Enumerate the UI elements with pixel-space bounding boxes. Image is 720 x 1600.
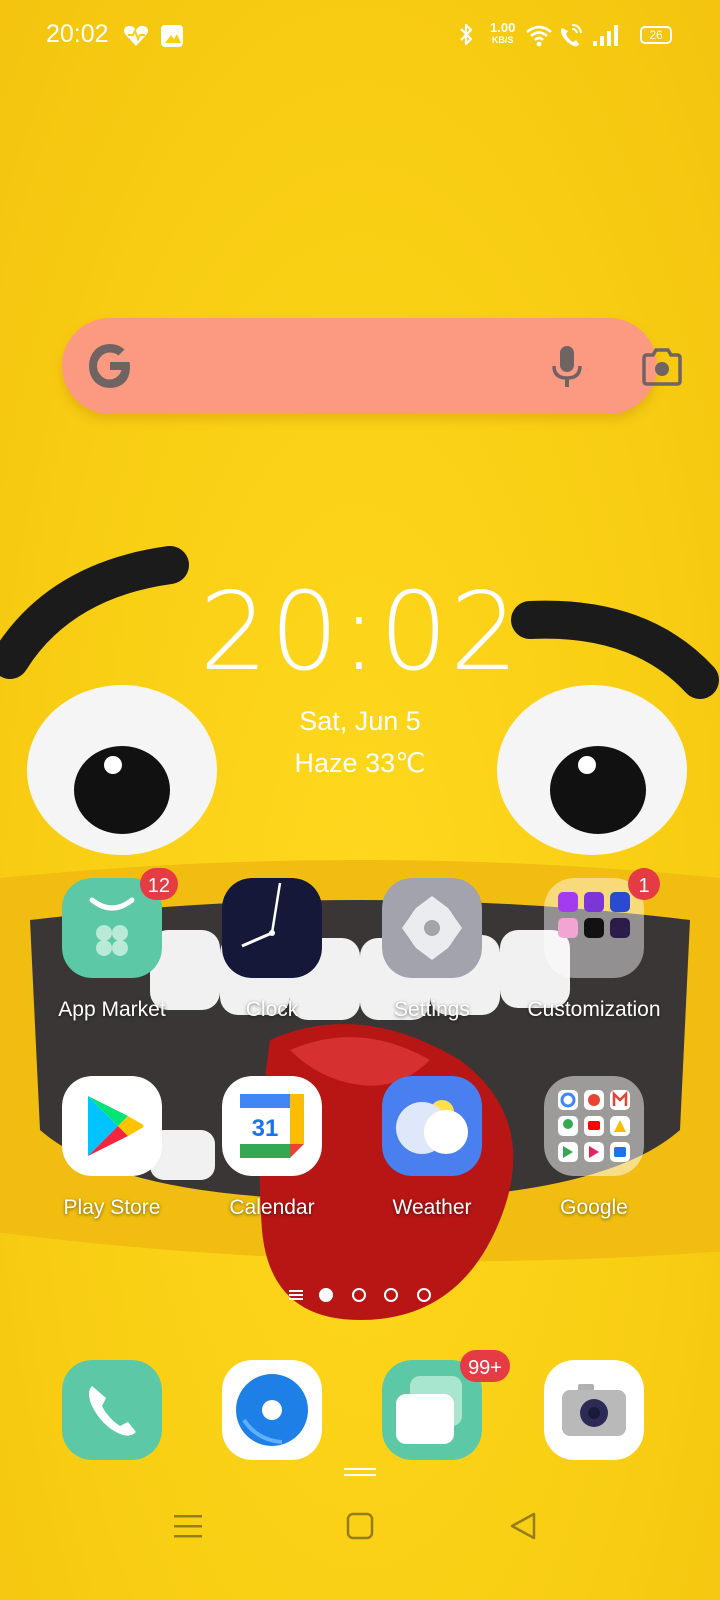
- google-folder-icon[interactable]: [544, 1076, 644, 1176]
- customization-label: Customization: [527, 998, 661, 1021]
- app-market-badge: 12: [139, 868, 178, 900]
- messages-icon[interactable]: 99+: [382, 1350, 510, 1460]
- network-speed-unit: KB/S: [491, 35, 514, 45]
- browser-icon[interactable]: [222, 1360, 322, 1460]
- app-drawer-list-icon[interactable]: [288, 1288, 304, 1302]
- wifi-icon: [526, 25, 552, 47]
- gallery-notification-icon: [161, 25, 183, 47]
- app-market-app[interactable]: 12 App Market: [32, 868, 192, 1022]
- clock-app[interactable]: Clock: [192, 878, 352, 1022]
- calendar-icon[interactable]: 31: [222, 1076, 322, 1176]
- recents-menu-icon[interactable]: [168, 1506, 208, 1546]
- network-speed: 1.00 KB/S: [490, 20, 516, 46]
- home-square-icon[interactable]: [340, 1506, 380, 1546]
- weather-label: Weather: [392, 1196, 472, 1219]
- google-folder[interactable]: Google: [514, 1076, 674, 1220]
- play-store-app[interactable]: Play Store: [32, 1076, 192, 1220]
- page-indicator[interactable]: [288, 1286, 438, 1306]
- clock-widget-date[interactable]: Sat, Jun 5: [0, 706, 720, 737]
- settings-label: Settings: [394, 998, 470, 1021]
- clock-icon[interactable]: [222, 878, 322, 978]
- app-market-label: App Market: [58, 998, 166, 1021]
- back-triangle-icon[interactable]: [504, 1506, 544, 1546]
- customization-badge: 1: [628, 868, 660, 900]
- phone-icon[interactable]: [62, 1360, 162, 1460]
- status-bar: 20:02 1.00 KB/S 26: [0, 0, 720, 72]
- play-store-icon[interactable]: [62, 1076, 162, 1176]
- dock-browser[interactable]: [192, 1360, 352, 1460]
- settings-gear-icon[interactable]: [382, 878, 482, 978]
- app-market-icon[interactable]: 12: [62, 868, 178, 978]
- page-dot-1[interactable]: [319, 1287, 334, 1302]
- calendar-app[interactable]: 31 Calendar: [192, 1076, 352, 1220]
- microphone-icon[interactable]: [550, 344, 584, 390]
- play-store-label: Play Store: [63, 1196, 161, 1219]
- wifi-calling-icon: [561, 24, 582, 47]
- google-search-bar[interactable]: [62, 318, 682, 414]
- weather-icon[interactable]: [382, 1076, 482, 1176]
- clock-label: Clock: [245, 998, 299, 1021]
- settings-app[interactable]: Settings: [352, 878, 512, 1022]
- google-logo-icon[interactable]: [86, 342, 134, 390]
- drawer-handle-icon[interactable]: [344, 1466, 376, 1478]
- page-dot-3[interactable]: [384, 1287, 399, 1302]
- page-dot-2[interactable]: [351, 1287, 366, 1302]
- customization-folder[interactable]: 1 Customization: [514, 868, 674, 1022]
- dock-messages[interactable]: 99+: [352, 1350, 512, 1460]
- camera-icon[interactable]: [544, 1360, 644, 1460]
- heart-health-icon: [124, 25, 148, 46]
- dock-camera[interactable]: [514, 1360, 674, 1460]
- signal-icon: [593, 25, 618, 46]
- status-time: 20:02: [46, 20, 109, 48]
- calendar-day-number: 31: [252, 1115, 279, 1142]
- customization-folder-icon[interactable]: 1: [544, 868, 660, 978]
- battery-icon: 26: [640, 26, 672, 44]
- camera-lens-icon[interactable]: [640, 348, 684, 386]
- clock-widget-weather[interactable]: Haze 33℃: [0, 748, 720, 779]
- weather-app[interactable]: Weather: [352, 1076, 512, 1220]
- google-label: Google: [560, 1196, 628, 1219]
- network-speed-value: 1.00: [490, 20, 516, 35]
- dock-phone[interactable]: [32, 1360, 192, 1460]
- calendar-label: Calendar: [229, 1196, 315, 1219]
- messages-badge: 99+: [460, 1350, 510, 1382]
- clock-widget-time[interactable]: 20:02: [0, 570, 720, 695]
- bluetooth-icon: [460, 23, 473, 46]
- page-dot-4[interactable]: [416, 1287, 431, 1302]
